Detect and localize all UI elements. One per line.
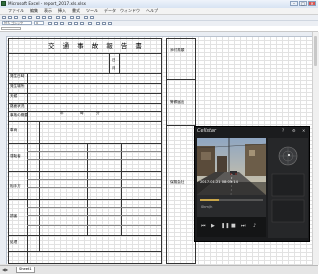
player-side-panel bbox=[268, 138, 308, 238]
seek-bar[interactable] bbox=[200, 199, 263, 201]
font-name-select[interactable]: ＭＳ ゴシック bbox=[2, 21, 32, 25]
drawing-icon[interactable] bbox=[90, 16, 94, 19]
play-icon[interactable]: ▶ bbox=[211, 223, 215, 229]
align-right-icon[interactable] bbox=[80, 21, 84, 25]
label-date: 発生日時 bbox=[10, 74, 25, 78]
report-title: 交 通 事 故 報 告 書 bbox=[48, 42, 145, 50]
open-file-icon[interactable] bbox=[8, 16, 12, 19]
bold-icon[interactable] bbox=[48, 21, 52, 25]
row-headers[interactable] bbox=[0, 36, 7, 264]
align-left-icon[interactable] bbox=[68, 21, 72, 25]
menu-file[interactable]: ファイル bbox=[8, 8, 24, 14]
label-hour: 時 bbox=[80, 111, 84, 115]
tab-scroll-icon[interactable]: ◀▶ bbox=[2, 267, 8, 272]
label-minute: 分 bbox=[96, 111, 100, 115]
player-help-icon[interactable]: ? bbox=[282, 128, 284, 133]
italic-icon[interactable] bbox=[54, 21, 58, 25]
label-driver: 運転者 bbox=[10, 154, 21, 158]
menu-insert[interactable]: 挿入 bbox=[58, 8, 66, 14]
street-scene-image bbox=[197, 138, 266, 195]
font-color-icon[interactable] bbox=[108, 21, 112, 25]
label-handling: 処理 bbox=[10, 240, 18, 244]
sum-icon[interactable] bbox=[70, 16, 74, 19]
save-icon[interactable] bbox=[14, 16, 18, 19]
excel-app-icon bbox=[1, 1, 6, 6]
label-attachments: 添付書類 bbox=[170, 48, 185, 52]
column-headers[interactable] bbox=[0, 32, 316, 37]
underline-icon[interactable] bbox=[60, 21, 64, 25]
borders-icon[interactable] bbox=[96, 21, 100, 25]
video-info-panel: 0km/h bbox=[197, 195, 266, 217]
video-frame[interactable] bbox=[197, 138, 266, 195]
playback-controls: ⏮ ▶ ❚❚ ■ ⏭ ♪ bbox=[197, 217, 266, 237]
font-size-select[interactable]: 9 bbox=[34, 21, 44, 25]
previous-icon[interactable]: ⏮ bbox=[201, 223, 206, 229]
preview-icon[interactable] bbox=[28, 16, 32, 19]
paste-icon[interactable] bbox=[48, 16, 52, 19]
label-road: 路面状況 bbox=[10, 104, 25, 108]
menu-data[interactable]: データ bbox=[104, 8, 116, 14]
menu-format[interactable]: 書式 bbox=[72, 8, 80, 14]
label-other-party: 相手方 bbox=[10, 184, 21, 188]
menu-bar: ファイル 編集 表示 挿入 書式 ツール データ ウィンドウ ヘルプ bbox=[0, 8, 318, 15]
undo-icon[interactable] bbox=[56, 16, 60, 19]
label-police: 警察届出 bbox=[170, 100, 185, 104]
print-icon[interactable] bbox=[22, 16, 26, 19]
report-form bbox=[8, 38, 162, 264]
new-file-icon[interactable] bbox=[2, 16, 6, 19]
label-vehicle: 車両 bbox=[10, 128, 18, 132]
next-icon[interactable]: ⏭ bbox=[241, 223, 246, 229]
scrollbar-thumb[interactable] bbox=[314, 36, 317, 66]
name-box[interactable] bbox=[1, 26, 21, 30]
menu-view[interactable]: 表示 bbox=[44, 8, 52, 14]
copy-icon[interactable] bbox=[42, 16, 46, 19]
cut-icon[interactable] bbox=[36, 16, 40, 19]
menu-window[interactable]: ウィンドウ bbox=[120, 8, 140, 14]
video-timestamp: 2017.01.21 08:05:14 bbox=[200, 180, 238, 184]
player-close-icon[interactable]: ✕ bbox=[302, 128, 305, 133]
label-year: 年 bbox=[60, 111, 64, 115]
label-weather: 天候 bbox=[10, 94, 18, 98]
menu-help[interactable]: ヘルプ bbox=[146, 8, 158, 14]
close-button[interactable]: ✕ bbox=[308, 1, 316, 6]
label-place: 発生場所 bbox=[10, 84, 25, 88]
menu-edit[interactable]: 編集 bbox=[30, 8, 38, 14]
stop-icon[interactable]: ■ bbox=[231, 223, 236, 229]
pause-icon[interactable]: ❚❚ bbox=[221, 223, 229, 229]
sort-icon[interactable] bbox=[76, 16, 80, 19]
player-logo: Cellstar bbox=[197, 128, 217, 134]
attachment-column bbox=[166, 38, 196, 264]
minimize-button[interactable]: – bbox=[290, 1, 298, 6]
maximize-button[interactable]: □ bbox=[299, 1, 307, 6]
label-day: 日 bbox=[112, 58, 116, 62]
window-title: Microsoft Excel - report_2017.xls.xlsx bbox=[8, 1, 86, 6]
label-summary: 事故の概要 bbox=[10, 113, 28, 117]
chart-icon[interactable] bbox=[84, 16, 88, 19]
g-sensor-graph bbox=[278, 146, 298, 166]
label-damage: 損害 bbox=[10, 214, 18, 218]
player-settings-icon[interactable]: ⚙ bbox=[292, 128, 296, 133]
vertical-scrollbar[interactable] bbox=[312, 32, 319, 265]
volume-icon[interactable]: ♪ bbox=[253, 223, 256, 229]
redo-icon[interactable] bbox=[62, 16, 66, 19]
menu-tools[interactable]: ツール bbox=[86, 8, 98, 14]
speed-readout: 0km/h bbox=[201, 205, 213, 209]
label-month: 月 bbox=[112, 66, 116, 70]
align-center-icon[interactable] bbox=[74, 21, 78, 25]
merge-icon[interactable] bbox=[88, 21, 92, 25]
label-insurance: 保険会社 bbox=[170, 180, 185, 184]
fill-color-icon[interactable] bbox=[102, 21, 106, 25]
sheet-tab-1[interactable]: Sheet1 bbox=[16, 267, 35, 273]
